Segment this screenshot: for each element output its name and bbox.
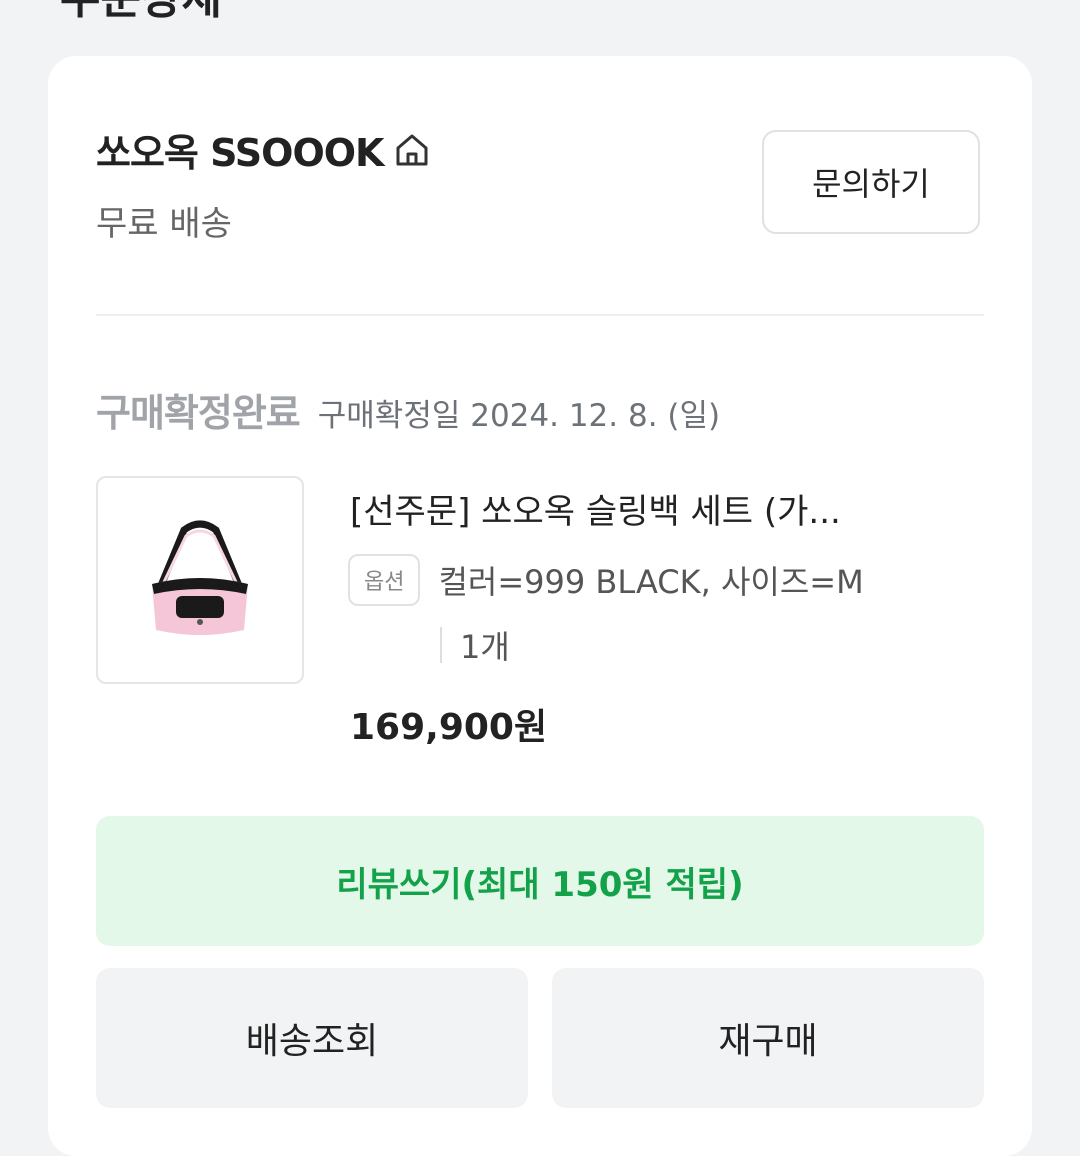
store-name[interactable]: 쏘오옥 SSOOOK [96, 122, 384, 177]
order-status: 구매확정완료 [96, 391, 301, 435]
option-badge: 옵션 [348, 554, 421, 606]
product-thumbnail[interactable] [96, 476, 304, 684]
shipping-info: 무료 배송 [96, 204, 232, 244]
quantity-separator [440, 627, 442, 663]
divider [96, 314, 984, 316]
inquiry-button[interactable]: 문의하기 [762, 130, 980, 234]
home-icon[interactable] [392, 130, 432, 170]
order-card: 쏘오옥 SSOOOK 무료 배송 문의하기 구매확정완료 구매확정일 2024.… [48, 56, 1032, 1156]
product-price: 169,900원 [350, 707, 548, 748]
quantity: 1개 [460, 628, 510, 666]
quantity-row: 1개 [440, 622, 510, 668]
option-text: 컬러=999 BLACK, 사이즈=M [438, 563, 864, 601]
write-review-button[interactable]: 리뷰쓰기(최대 150원 적립) [96, 816, 984, 946]
order-status-row: 구매확정완료 구매확정일 2024. 12. 8. (일) [96, 382, 720, 437]
confirm-date: 구매확정일 2024. 12. 8. (일) [317, 398, 721, 434]
page-title-partial: 주문상세 [60, 0, 222, 26]
product-title[interactable]: [선주문] 쏘오옥 슬링백 세트 (가... [350, 484, 970, 533]
rebuy-button[interactable]: 재구매 [552, 968, 984, 1108]
store-header[interactable]: 쏘오옥 SSOOOK [96, 122, 432, 177]
bag-image [152, 520, 248, 635]
product-option-row: 옵션 컬러=999 BLACK, 사이즈=M [348, 554, 864, 606]
track-delivery-button[interactable]: 배송조회 [96, 968, 528, 1108]
